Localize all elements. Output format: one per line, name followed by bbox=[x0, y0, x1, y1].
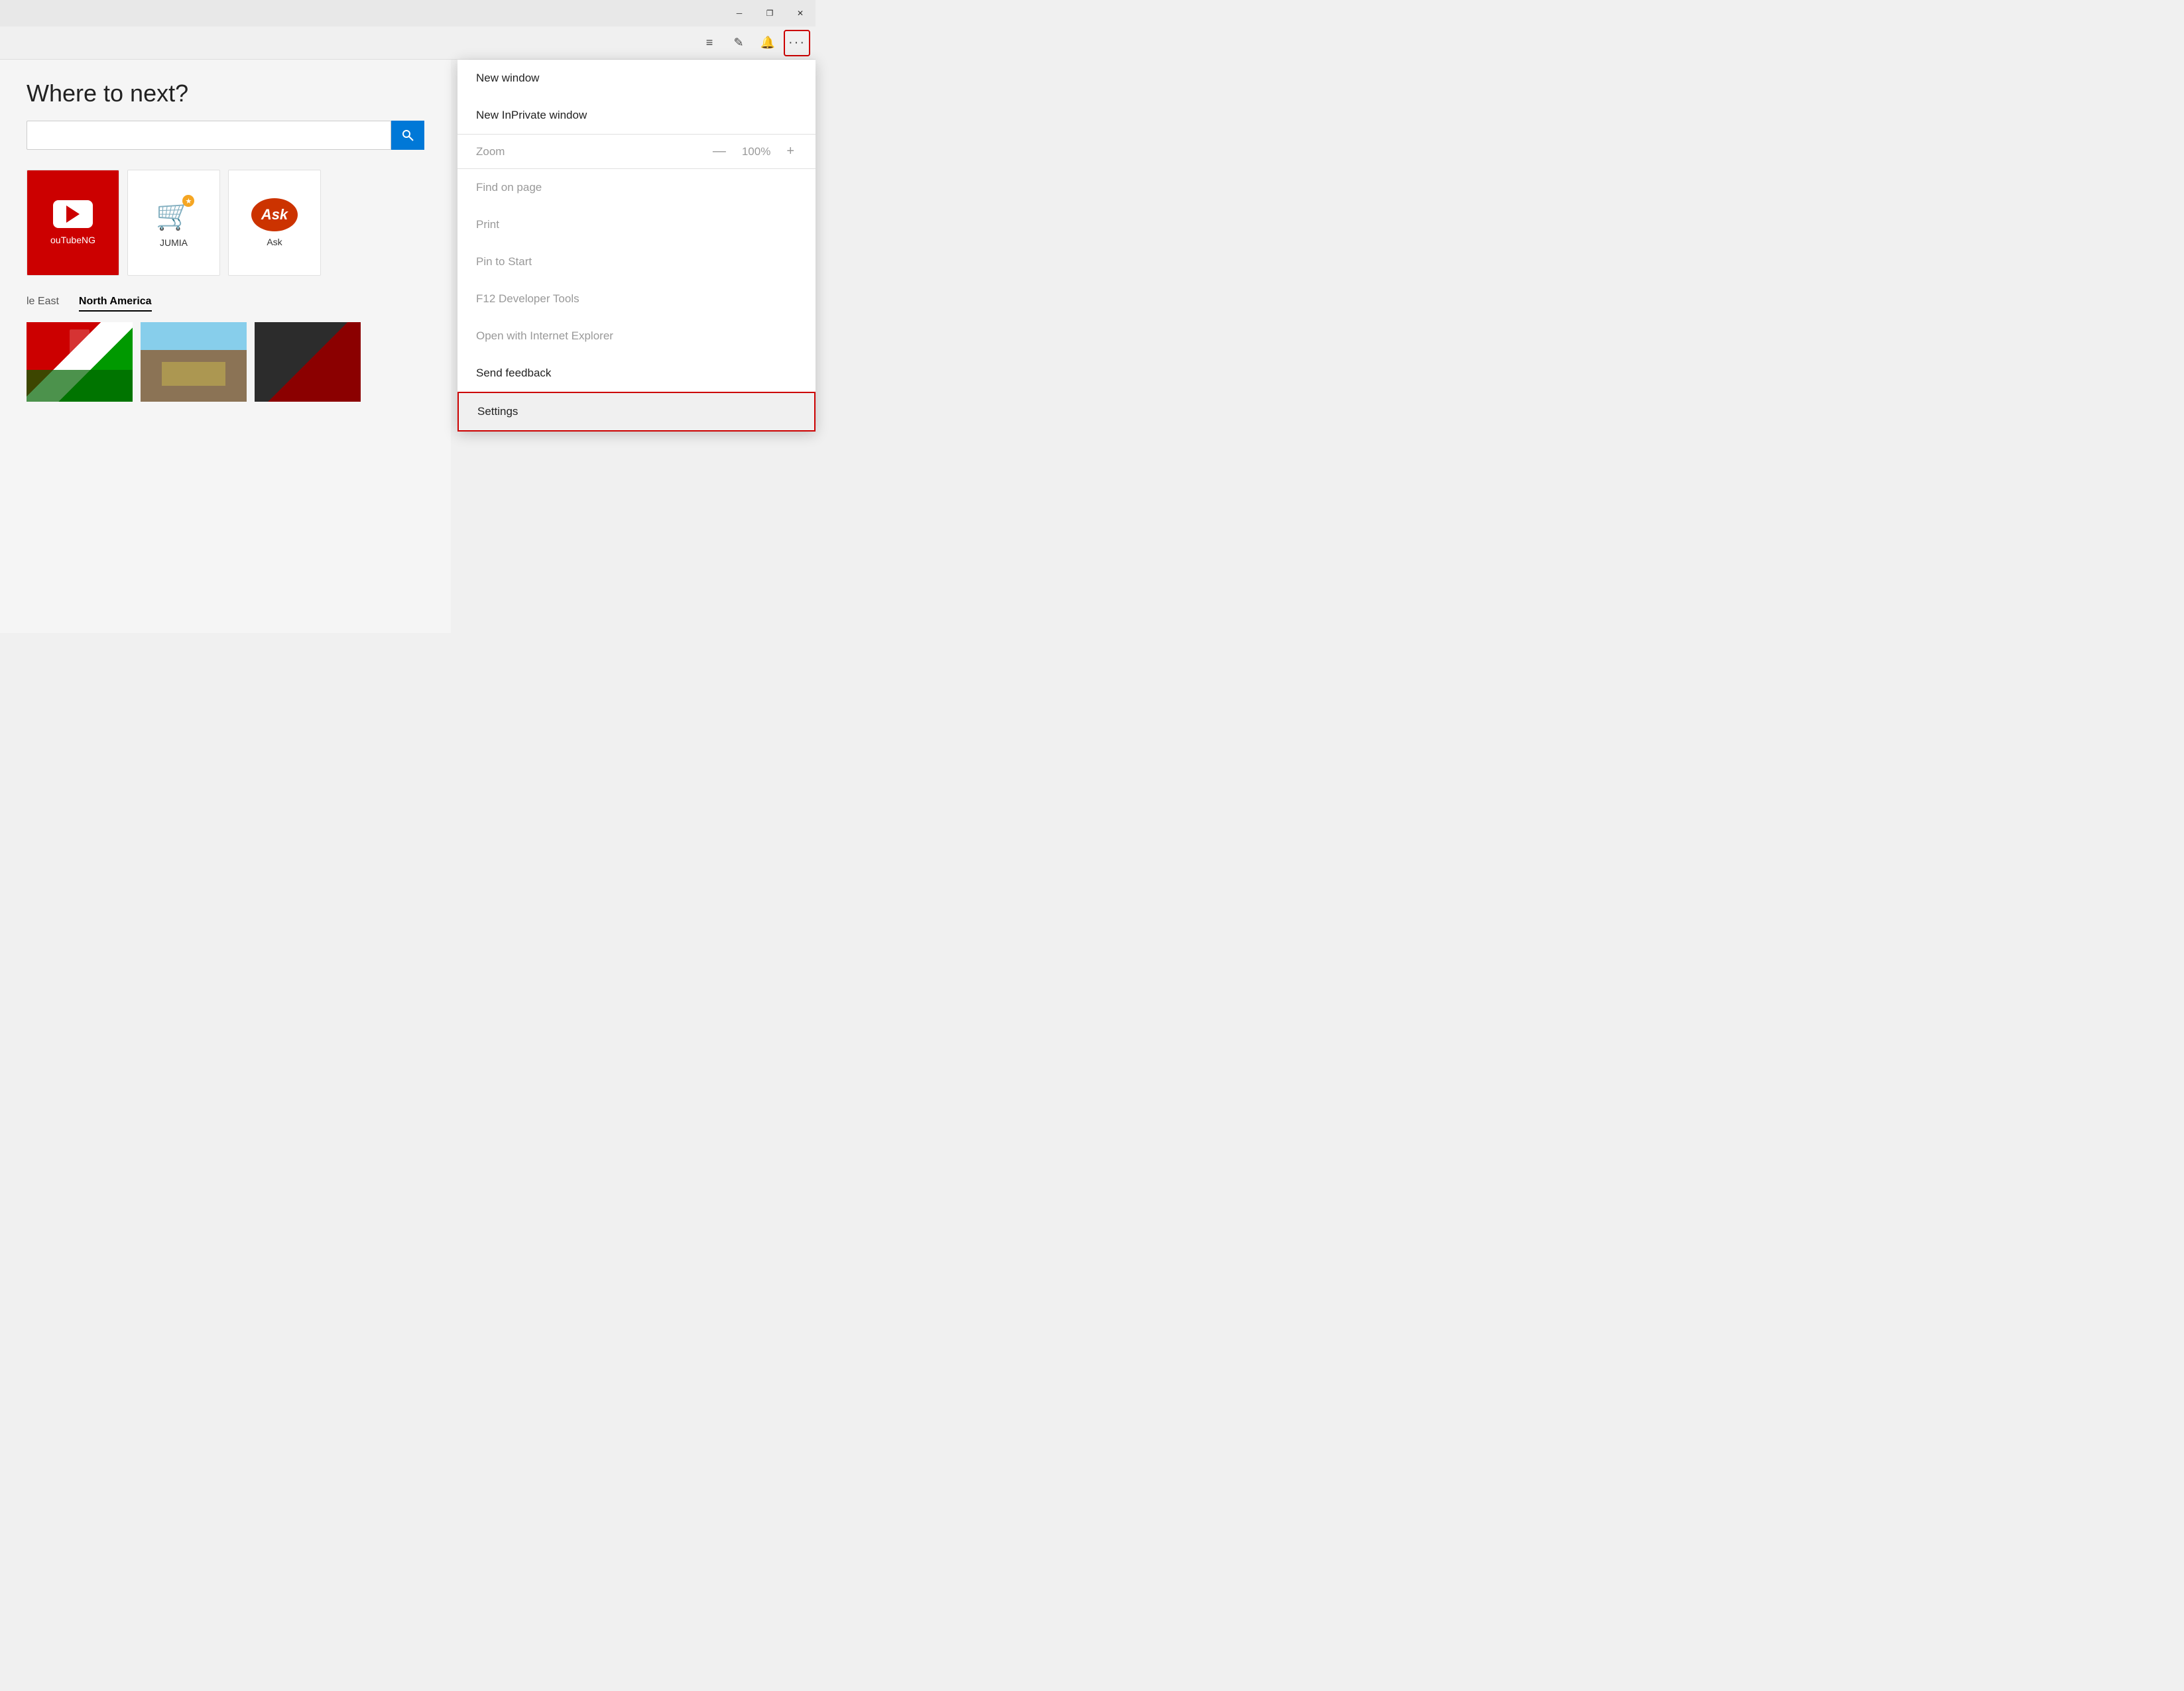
tile-jumia[interactable]: 🛒 ★ JUMIA bbox=[127, 170, 220, 276]
news-thumb-3[interactable] bbox=[255, 322, 361, 402]
search-bar-area bbox=[0, 121, 451, 150]
toolbar: ≡ ✎ 🔔 ··· bbox=[0, 27, 816, 60]
page-heading: Where to next? bbox=[0, 60, 451, 121]
zoom-value: 100% bbox=[742, 145, 770, 158]
browser-content: Where to next? ouTubeNG 🛒 ★ JUMIA bbox=[0, 60, 451, 633]
tile-youtube[interactable]: ouTubeNG bbox=[27, 170, 119, 276]
more-button[interactable]: ··· bbox=[784, 30, 810, 56]
zoom-minus-button[interactable]: — bbox=[710, 144, 729, 159]
news-thumb-1[interactable] bbox=[27, 322, 133, 402]
menu-find-on-page[interactable]: Find on page bbox=[457, 169, 816, 206]
ask-logo: Ask bbox=[251, 198, 298, 231]
tab-middle-east[interactable]: le East bbox=[27, 296, 59, 312]
news-image-flags bbox=[27, 322, 133, 402]
menu-pin-to-start[interactable]: Pin to Start bbox=[457, 243, 816, 280]
tab-north-america[interactable]: North America bbox=[79, 296, 152, 312]
restore-button[interactable]: ❐ bbox=[755, 0, 785, 27]
news-image-crash bbox=[141, 322, 247, 402]
note-icon: ✎ bbox=[733, 36, 743, 50]
news-image-dance bbox=[255, 322, 361, 402]
menu-send-feedback[interactable]: Send feedback bbox=[457, 355, 816, 392]
region-tabs: le East North America bbox=[0, 296, 451, 312]
jumia-cart-icon: 🛒 ★ bbox=[156, 198, 192, 232]
search-input[interactable] bbox=[27, 121, 391, 150]
news-thumb-2[interactable] bbox=[141, 322, 247, 402]
tile-ask[interactable]: Ask Ask bbox=[228, 170, 321, 276]
zoom-plus-button[interactable]: + bbox=[784, 144, 797, 159]
hub-button[interactable]: ≡ bbox=[696, 30, 723, 56]
tile-jumia-label: JUMIA bbox=[160, 237, 188, 248]
youtube-play-icon bbox=[53, 200, 93, 228]
notifications-icon: 🔔 bbox=[760, 36, 775, 50]
search-button[interactable] bbox=[391, 121, 424, 150]
tiles-row: ouTubeNG 🛒 ★ JUMIA Ask Ask bbox=[0, 170, 451, 276]
titlebar: ─ ❐ ✕ bbox=[0, 0, 816, 27]
menu-f12-tools[interactable]: F12 Developer Tools bbox=[457, 280, 816, 318]
minimize-button[interactable]: ─ bbox=[724, 0, 755, 27]
menu-new-window[interactable]: New window bbox=[457, 60, 816, 97]
zoom-label: Zoom bbox=[476, 145, 505, 158]
more-icon: ··· bbox=[788, 35, 806, 50]
menu-new-inprivate[interactable]: New InPrivate window bbox=[457, 97, 816, 134]
tile-ask-label: Ask bbox=[267, 237, 282, 247]
ask-logo-text: Ask bbox=[261, 206, 288, 223]
menu-open-ie[interactable]: Open with Internet Explorer bbox=[457, 318, 816, 355]
note-button[interactable]: ✎ bbox=[725, 30, 752, 56]
tile-youtube-label: ouTubeNG bbox=[50, 235, 95, 245]
close-button[interactable]: ✕ bbox=[785, 0, 816, 27]
zoom-controls: — 100% + bbox=[710, 144, 797, 159]
menu-settings[interactable]: Settings bbox=[457, 392, 816, 432]
hub-icon: ≡ bbox=[706, 36, 713, 50]
dropdown-menu: New window New InPrivate window Zoom — 1… bbox=[457, 60, 816, 432]
menu-print[interactable]: Print bbox=[457, 206, 816, 243]
search-icon bbox=[401, 129, 414, 142]
news-row bbox=[0, 322, 451, 402]
notifications-button[interactable]: 🔔 bbox=[755, 30, 781, 56]
zoom-row: Zoom — 100% + bbox=[457, 134, 816, 169]
